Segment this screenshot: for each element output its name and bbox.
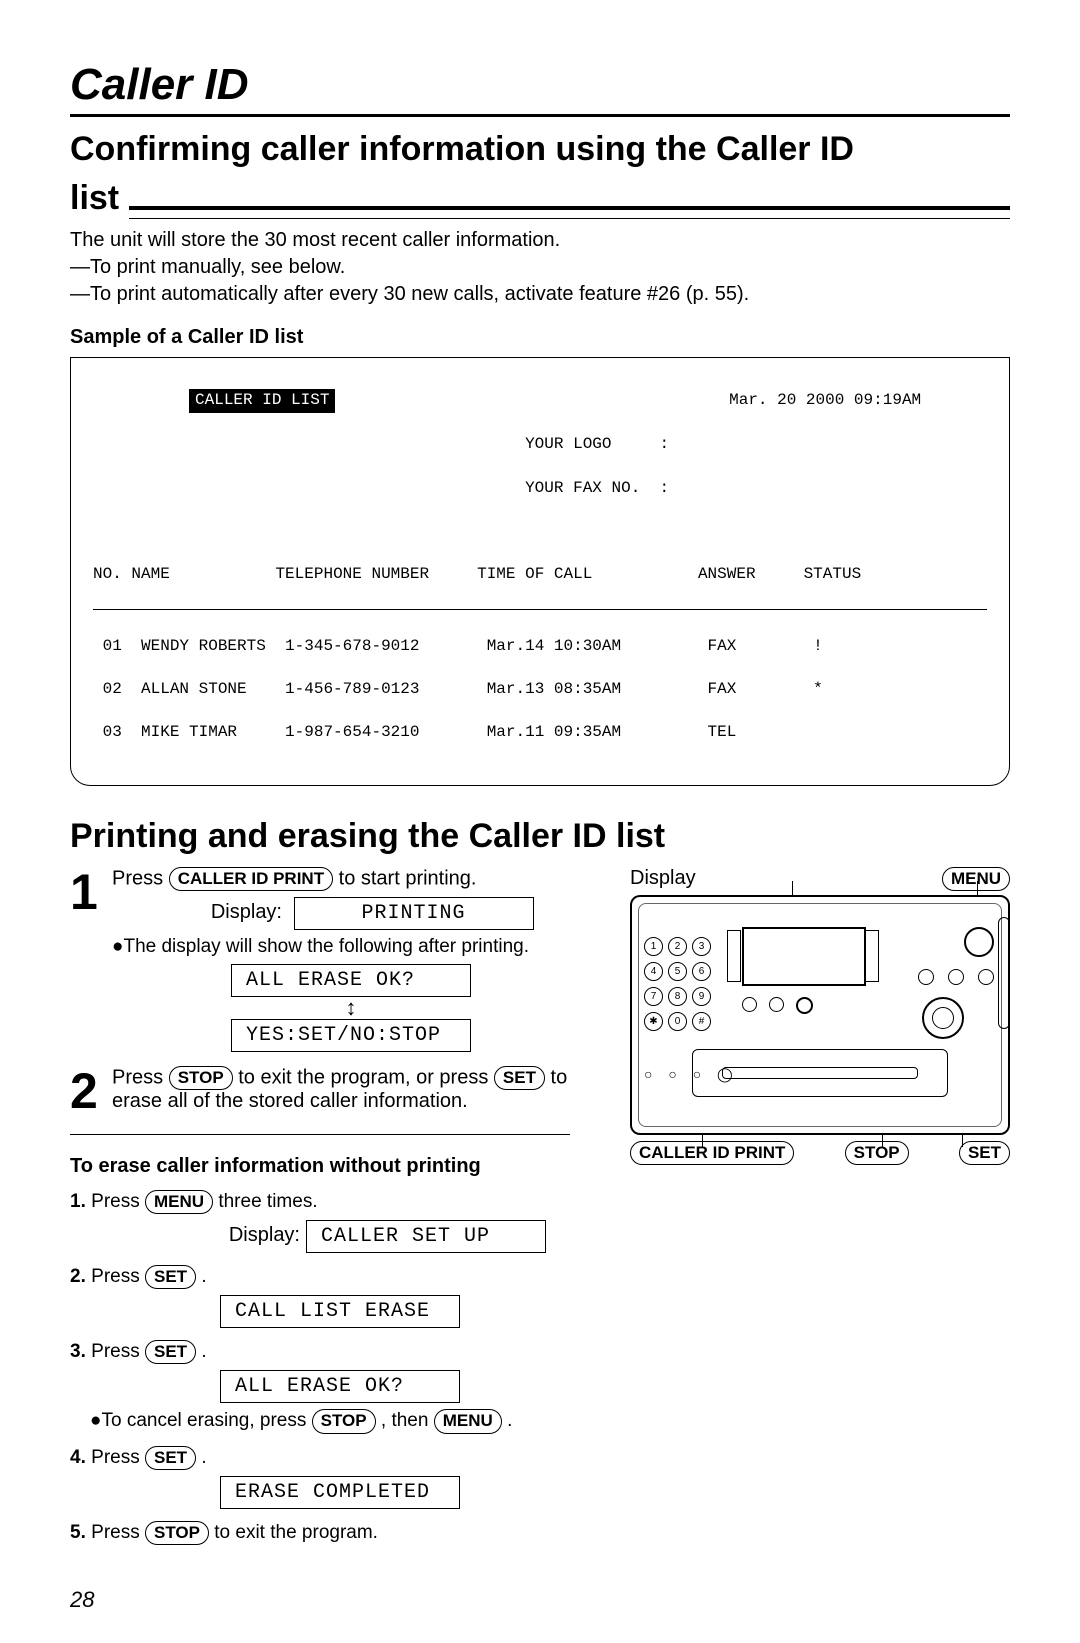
lcd-yes-set: YES:SET/NO:STOP [231, 1019, 471, 1052]
section1-rule [129, 206, 1010, 219]
section1-title-line1: Confirming caller information using the … [70, 129, 1010, 170]
set-button[interactable]: SET [145, 1340, 196, 1364]
handset-icon [998, 917, 1010, 1029]
col-no: NO. [93, 565, 122, 583]
step2-text-a: Press [112, 1067, 169, 1089]
col-tel: TELEPHONE NUMBER [275, 565, 429, 583]
paper-tray-icon [692, 1049, 948, 1097]
sample-header-rule [93, 609, 987, 610]
step1-note: ●The display will show the following aft… [112, 936, 590, 958]
lcd-all-erase: ALL ERASE OK? [231, 964, 471, 997]
erase-step-1: 1. Press MENU three times. Display:CALLE… [70, 1190, 590, 1253]
col-name: NAME [131, 565, 169, 583]
lcd-erase-completed: ERASE COMPLETED [220, 1476, 460, 1509]
jog-dial-icon [922, 997, 964, 1039]
caller-id-print-button[interactable]: CALLER ID PRINT [169, 867, 333, 891]
label-display: Display [630, 867, 696, 891]
table-row: 02 ALLAN STONE 1-456-789-0123 Mar.13 08:… [93, 679, 987, 701]
menu-button[interactable]: MENU [145, 1190, 213, 1214]
menu-button[interactable]: MENU [434, 1409, 502, 1433]
lcd-all-erase-ok: ALL ERASE OK? [220, 1370, 460, 1403]
stop-label[interactable]: STOP [845, 1141, 909, 1165]
sample-date: Mar. 20 2000 09:19AM [729, 391, 921, 409]
keypad-icon: 123 456 789 ✱0# [644, 937, 710, 1031]
updown-arrow-icon: ↕ [112, 997, 590, 1019]
section2-title: Printing and erasing the Caller ID list [70, 816, 1010, 857]
section-divider [70, 1134, 570, 1135]
lcd-screen-icon [742, 927, 866, 986]
display-label: Display: [172, 901, 282, 924]
erase-step-5: 5. Press STOP to exit the program. [70, 1521, 590, 1545]
col-answer: ANSWER [698, 565, 756, 583]
erase-step-4: 4. Press SET . ERASE COMPLETED [70, 1446, 590, 1509]
menu-button-label[interactable]: MENU [942, 867, 1010, 891]
col-status: STATUS [804, 565, 862, 583]
section1-title-line2: list [70, 178, 119, 219]
step-number-2: 2 [70, 1066, 112, 1116]
lcd-caller-setup: CALLER SET UP [306, 1220, 546, 1253]
sample-fax: YOUR FAX NO. : [525, 479, 669, 497]
right-buttons-icon [918, 969, 994, 985]
table-row: 01 WENDY ROBERTS 1-345-678-9012 Mar.14 1… [93, 636, 987, 658]
fax-machine-diagram: 123 456 789 ✱0# ○ ○ ○ ◯ [630, 895, 1010, 1135]
step-number-1: 1 [70, 867, 112, 1052]
note-b: —To print automatically after every 30 n… [70, 283, 1010, 306]
page-title: Caller ID [70, 60, 1010, 110]
erase-step-2: 2. Press SET . CALL LIST ERASE [70, 1265, 590, 1328]
stop-button[interactable]: STOP [169, 1066, 233, 1090]
caller-id-print-label[interactable]: CALLER ID PRINT [630, 1141, 794, 1165]
caller-id-sample-box: CALLER ID LIST Mar. 20 2000 09:19AM YOUR… [70, 357, 1010, 787]
lcd-printing: PRINTING [294, 897, 534, 930]
erase-heading: To erase caller information without prin… [70, 1155, 590, 1178]
stop-button[interactable]: STOP [145, 1521, 209, 1545]
set-button[interactable]: SET [145, 1265, 196, 1289]
set-label[interactable]: SET [959, 1141, 1010, 1165]
mid-buttons-icon [742, 997, 813, 1014]
sample-logo: YOUR LOGO : [525, 435, 669, 453]
lcd-call-list-erase: CALL LIST ERASE [220, 1295, 460, 1328]
menu-dial-icon [964, 927, 994, 957]
page-number: 28 [70, 1587, 1010, 1613]
title-rule [70, 114, 1010, 117]
table-row: 03 MIKE TIMAR 1-987-654-3210 Mar.11 09:3… [93, 722, 987, 744]
step1-text-a: Press [112, 867, 169, 889]
col-time: TIME OF CALL [477, 565, 592, 583]
set-button[interactable]: SET [494, 1066, 545, 1090]
intro-text: The unit will store the 30 most recent c… [70, 229, 1010, 252]
sample-badge: CALLER ID LIST [189, 389, 335, 413]
step1-text-c: to start printing. [339, 867, 477, 889]
erase-step-3: 3. Press SET . ALL ERASE OK? ●To cancel … [70, 1340, 590, 1433]
stop-button[interactable]: STOP [312, 1409, 376, 1433]
step2-text-b: to exit the program, or press [238, 1067, 494, 1089]
set-button[interactable]: SET [145, 1446, 196, 1470]
sample-heading: Sample of a Caller ID list [70, 326, 1010, 349]
note-a: —To print manually, see below. [70, 256, 1010, 279]
